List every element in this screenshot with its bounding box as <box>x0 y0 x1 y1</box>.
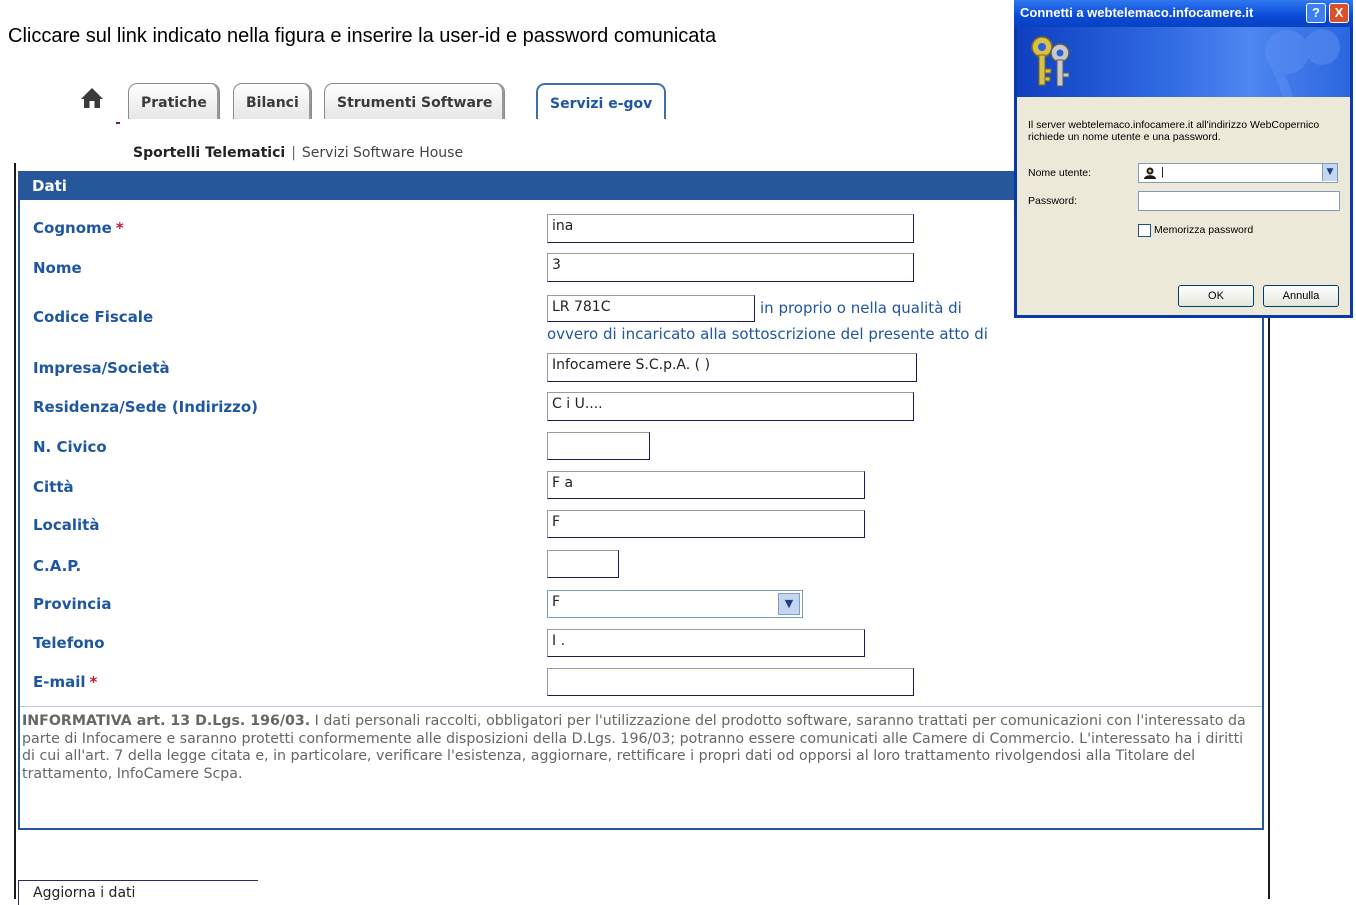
provincia-label: Provincia <box>33 595 112 613</box>
cap-label: C.A.P. <box>33 557 82 575</box>
cancel-button[interactable]: Annulla <box>1263 285 1339 307</box>
localita-label: Località <box>33 516 100 534</box>
tab-label: Pratiche <box>141 95 207 111</box>
password-label: Password: <box>1028 195 1078 207</box>
tab-label: Servizi e-gov <box>550 96 653 112</box>
cognome-field[interactable]: ina <box>547 214 914 243</box>
telefono-label: Telefono <box>33 634 105 652</box>
codice-fiscale-field[interactable]: LR 781C <box>547 295 755 322</box>
localita-field[interactable]: F <box>547 510 865 538</box>
cognome-label: Cognome * <box>33 219 124 237</box>
help-button[interactable]: ? <box>1306 3 1326 23</box>
dialog-titlebar[interactable]: Connetti a webtelemaco.infocamere.it <box>1014 0 1353 27</box>
remember-password-checkbox[interactable] <box>1138 224 1151 237</box>
informativa-title: INFORMATIVA art. 13 D.Lgs. 196/03. <box>22 713 311 729</box>
codice-fiscale-label: Codice Fiscale <box>33 308 154 326</box>
frame-left-border <box>14 163 16 899</box>
email-field[interactable] <box>547 668 914 696</box>
codice-fiscale-note: in proprio o nella qualità di <box>760 299 962 317</box>
civico-label: N. Civico <box>33 438 107 456</box>
tab-strumenti-software[interactable]: Strumenti Software <box>324 83 506 119</box>
nav-marker <box>116 122 120 124</box>
dialog-message: Il server webtelemaco.infocamere.it all'… <box>1028 119 1320 143</box>
tab-bilanci[interactable]: Bilanci <box>233 83 312 119</box>
required-marker: * <box>115 219 124 237</box>
citta-field[interactable]: F a <box>547 471 865 499</box>
email-label: E-mail * <box>33 673 98 691</box>
impresa-label: Impresa/Società <box>33 359 170 377</box>
panel-divider <box>20 706 1262 707</box>
tab-pratiche[interactable]: Pratiche <box>128 83 220 119</box>
required-marker: * <box>89 673 98 691</box>
residenza-label: Residenza/Sede (Indirizzo) <box>33 398 258 416</box>
tab-label: Strumenti Software <box>337 95 493 111</box>
subnav: Sportelli Telematici | Servizi Software Ho… <box>133 145 463 161</box>
citta-label: Città <box>33 478 74 496</box>
subnav-servizi-software-house[interactable]: Servizi Software House <box>302 145 463 161</box>
residenza-field[interactable]: C i U.... <box>547 392 914 421</box>
close-button[interactable]: X <box>1329 3 1349 23</box>
telefono-field[interactable]: I . <box>547 629 865 657</box>
panel-title: Dati <box>32 177 67 195</box>
impresa-field[interactable]: Infocamere S.C.p.A. ( ) <box>547 353 917 382</box>
dialog-title: Connetti a webtelemaco.infocamere.it <box>1020 5 1254 20</box>
chevron-down-icon[interactable]: ▼ <box>778 593 800 615</box>
ok-button[interactable]: OK <box>1178 285 1254 307</box>
codice-fiscale-note-2: ovvero di incaricato alla sottoscrizione… <box>547 325 988 343</box>
cap-field[interactable] <box>547 550 619 578</box>
user-icon <box>1144 167 1156 179</box>
home-icon[interactable] <box>80 86 104 110</box>
remember-password-label: Memorizza password <box>1154 224 1254 236</box>
nome-field[interactable]: 3 <box>547 253 914 282</box>
provincia-select[interactable]: F <box>547 590 803 618</box>
subnav-separator: | <box>291 145 296 161</box>
tab-label: Bilanci <box>246 95 299 111</box>
username-value: | <box>1161 166 1164 178</box>
username-label: Nome utente: <box>1028 167 1092 179</box>
informativa-text: INFORMATIVA art. 13 D.Lgs. 196/03. I dat… <box>22 713 1258 783</box>
keys-icon <box>1031 36 1070 87</box>
frame-right-border <box>1268 300 1270 899</box>
password-field[interactable] <box>1138 191 1340 211</box>
tab-servizi-e-gov[interactable]: Servizi e-gov <box>536 83 667 119</box>
instruction-text: Cliccare sul link indicato nella figura … <box>8 25 717 47</box>
username-combobox[interactable]: | <box>1138 163 1338 183</box>
civico-field[interactable] <box>547 432 650 460</box>
update-data-button[interactable]: Aggiorna i dati <box>18 880 258 905</box>
chevron-down-icon[interactable]: ▼ <box>1322 164 1337 181</box>
subnav-sportelli-telematici[interactable]: Sportelli Telematici <box>133 145 285 161</box>
nome-label: Nome <box>33 259 82 277</box>
